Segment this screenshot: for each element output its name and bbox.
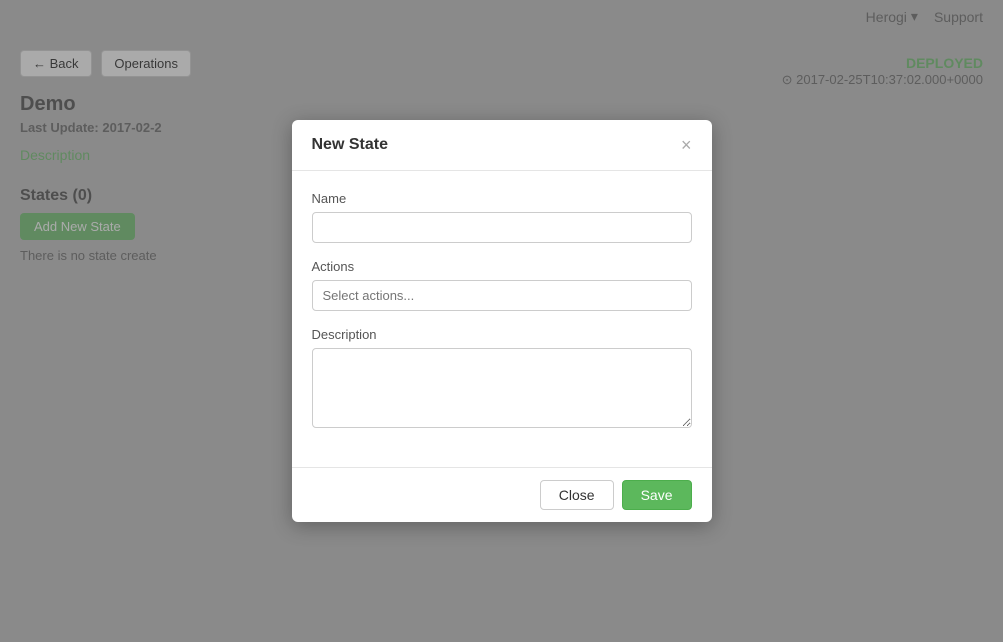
actions-select[interactable]	[312, 280, 692, 311]
description-field-group: Description	[312, 327, 692, 431]
description-textarea[interactable]	[312, 348, 692, 428]
new-state-modal: New State × Name Actions Description Clo	[292, 120, 712, 522]
actions-label: Actions	[312, 259, 692, 274]
name-label: Name	[312, 191, 692, 206]
save-button[interactable]: Save	[622, 480, 692, 510]
description-label: Description	[312, 327, 692, 342]
modal-body: Name Actions Description	[292, 171, 712, 467]
modal-footer: Close Save	[292, 467, 712, 522]
modal-title: New State	[312, 136, 388, 154]
close-button[interactable]: Close	[540, 480, 614, 510]
modal-header: New State ×	[292, 120, 712, 171]
actions-field-group: Actions	[312, 259, 692, 311]
modal-close-button[interactable]: ×	[681, 136, 692, 154]
name-field-group: Name	[312, 191, 692, 243]
name-input[interactable]	[312, 212, 692, 243]
modal-overlay: New State × Name Actions Description Clo	[0, 0, 1003, 642]
